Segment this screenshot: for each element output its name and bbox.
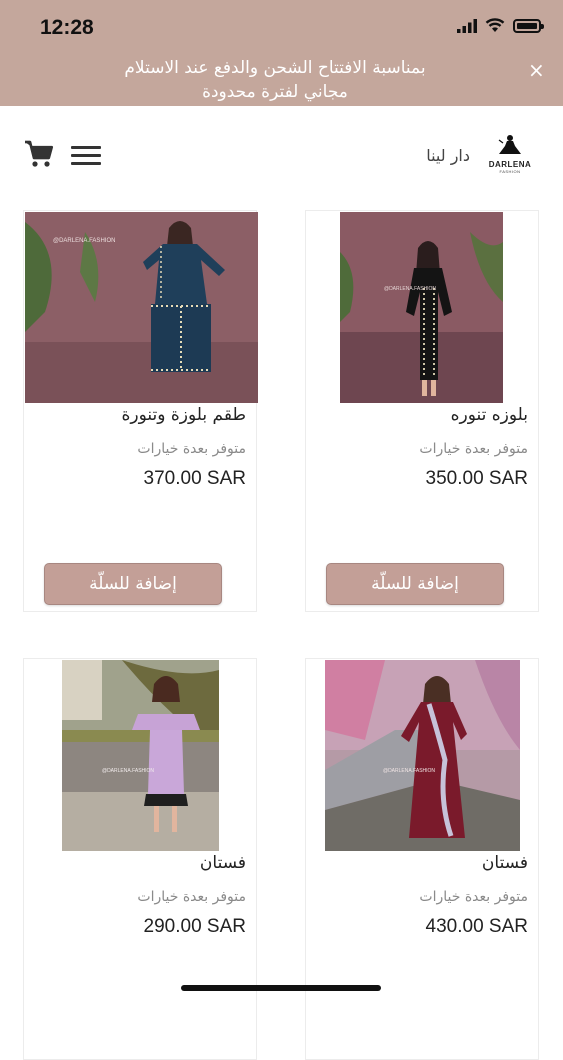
signal-icon xyxy=(457,18,477,33)
logo-text: DARLENA xyxy=(488,160,532,169)
logo-figure-icon xyxy=(498,135,521,154)
store-name: دار لينا xyxy=(426,146,470,165)
product-image[interactable]: @DARLENA.FASHION xyxy=(325,660,520,851)
cart-icon xyxy=(25,140,54,167)
menu-line xyxy=(71,154,101,157)
product-title[interactable]: طقم بلوزة وتنورة xyxy=(122,405,246,425)
image-caption: @DARLENA.FASHION xyxy=(384,286,436,292)
product-price: 290.00 SAR xyxy=(143,916,246,937)
home-indicator[interactable] xyxy=(181,985,381,991)
product-subtitle: متوفر بعدة خيارات xyxy=(419,889,528,905)
product-subtitle: متوفر بعدة خيارات xyxy=(137,889,246,905)
close-icon[interactable]: × xyxy=(528,58,545,82)
image-caption: @DARLENA.FASHION xyxy=(383,768,435,774)
product-image[interactable]: @DARLENA.FASHION xyxy=(25,212,258,403)
promo-banner: × بمناسبة الافتتاح الشحن والدفع عند الاس… xyxy=(0,52,563,106)
status-bar: 12:28 xyxy=(0,0,563,52)
product-title[interactable]: بلوزه تنوره xyxy=(451,405,528,425)
menu-line xyxy=(71,162,101,165)
product-price: 350.00 SAR xyxy=(425,468,528,489)
product-subtitle: متوفر بعدة خيارات xyxy=(419,441,528,457)
cart-button[interactable] xyxy=(24,140,54,168)
product-image[interactable]: @DARLENA.FASHION xyxy=(340,212,503,403)
status-icons xyxy=(457,18,544,33)
product-card[interactable]: @DARLENA.FASHION طقم بلوزة وتنورة متوفر … xyxy=(23,210,258,612)
product-card[interactable]: @DARLENA.FASHION بلوزه تنوره متوفر بعدة … xyxy=(305,210,539,612)
product-image[interactable]: @DARLENA.FASHION xyxy=(62,660,219,851)
add-to-cart-button[interactable]: إضافة للسلّة xyxy=(44,563,222,605)
menu-button[interactable] xyxy=(71,146,101,168)
logo-subtext: FASHION xyxy=(499,169,521,174)
product-title[interactable]: فستان xyxy=(482,853,528,873)
product-subtitle: متوفر بعدة خيارات xyxy=(137,441,246,457)
product-price: 430.00 SAR xyxy=(425,916,528,937)
store-logo[interactable]: DARLENA FASHION xyxy=(482,134,538,184)
menu-line xyxy=(71,146,101,149)
product-title[interactable]: فستان xyxy=(200,853,246,873)
product-price: 370.00 SAR xyxy=(143,468,246,489)
promo-text-line1: بمناسبة الافتتاح الشحن والدفع عند الاستل… xyxy=(124,58,426,78)
image-caption: @DARLENA.FASHION xyxy=(102,768,154,774)
promo-text-line2: مجاني لفترة محدودة xyxy=(202,82,348,102)
battery-icon xyxy=(513,18,544,33)
add-to-cart-button[interactable]: إضافة للسلّة xyxy=(326,563,504,605)
status-time: 12:28 xyxy=(40,16,94,39)
wifi-icon xyxy=(485,18,505,32)
app-header: دار لينا DARLENA FASHION xyxy=(0,106,563,196)
image-caption: @DARLENA.FASHION xyxy=(53,238,115,244)
